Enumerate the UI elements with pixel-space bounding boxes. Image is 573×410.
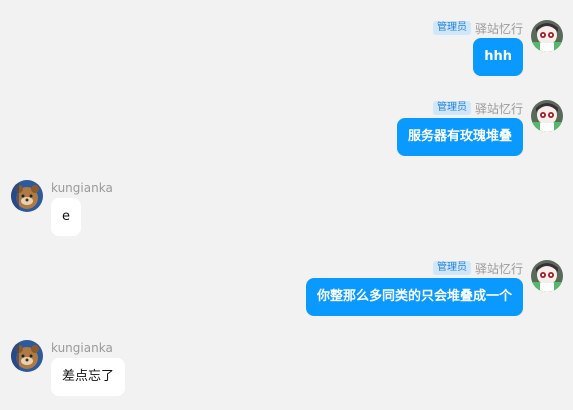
anime-girl-avatar-icon[interactable] — [531, 20, 563, 52]
message-meta: 管理员 驿站忆行 — [432, 100, 523, 117]
message-meta: 管理员 驿站忆行 — [432, 20, 523, 37]
sender-name[interactable]: kungianka — [51, 181, 113, 195]
bear-avatar-icon[interactable] — [11, 340, 43, 372]
message-bubble[interactable]: hhh — [473, 38, 523, 76]
admin-badge: 管理员 — [432, 101, 471, 115]
message-bubble[interactable]: 差点忘了 — [51, 358, 126, 396]
message-bubble[interactable]: e — [51, 198, 81, 236]
admin-badge: 管理员 — [432, 21, 471, 35]
bear-avatar-icon[interactable] — [11, 180, 43, 212]
sender-name[interactable]: 驿站忆行 — [475, 20, 523, 37]
anime-girl-avatar-icon[interactable] — [531, 260, 563, 292]
sender-name[interactable]: kungianka — [51, 341, 113, 355]
message-meta: kungianka — [51, 340, 113, 356]
sender-name[interactable]: 驿站忆行 — [475, 100, 523, 117]
admin-badge: 管理员 — [432, 261, 471, 275]
chat-message-list: 管理员 驿站忆行 hhh 管理员 驿站忆行 服务器有玫瑰堆叠 kungianka… — [0, 0, 573, 410]
anime-girl-avatar-icon[interactable] — [531, 100, 563, 132]
message-bubble[interactable]: 你整那么多同类的只会堆叠成一个 — [305, 278, 523, 316]
message-bubble[interactable]: 服务器有玫瑰堆叠 — [396, 118, 523, 156]
message-meta: kungianka — [51, 180, 113, 196]
sender-name[interactable]: 驿站忆行 — [475, 260, 523, 277]
message-meta: 管理员 驿站忆行 — [432, 260, 523, 277]
